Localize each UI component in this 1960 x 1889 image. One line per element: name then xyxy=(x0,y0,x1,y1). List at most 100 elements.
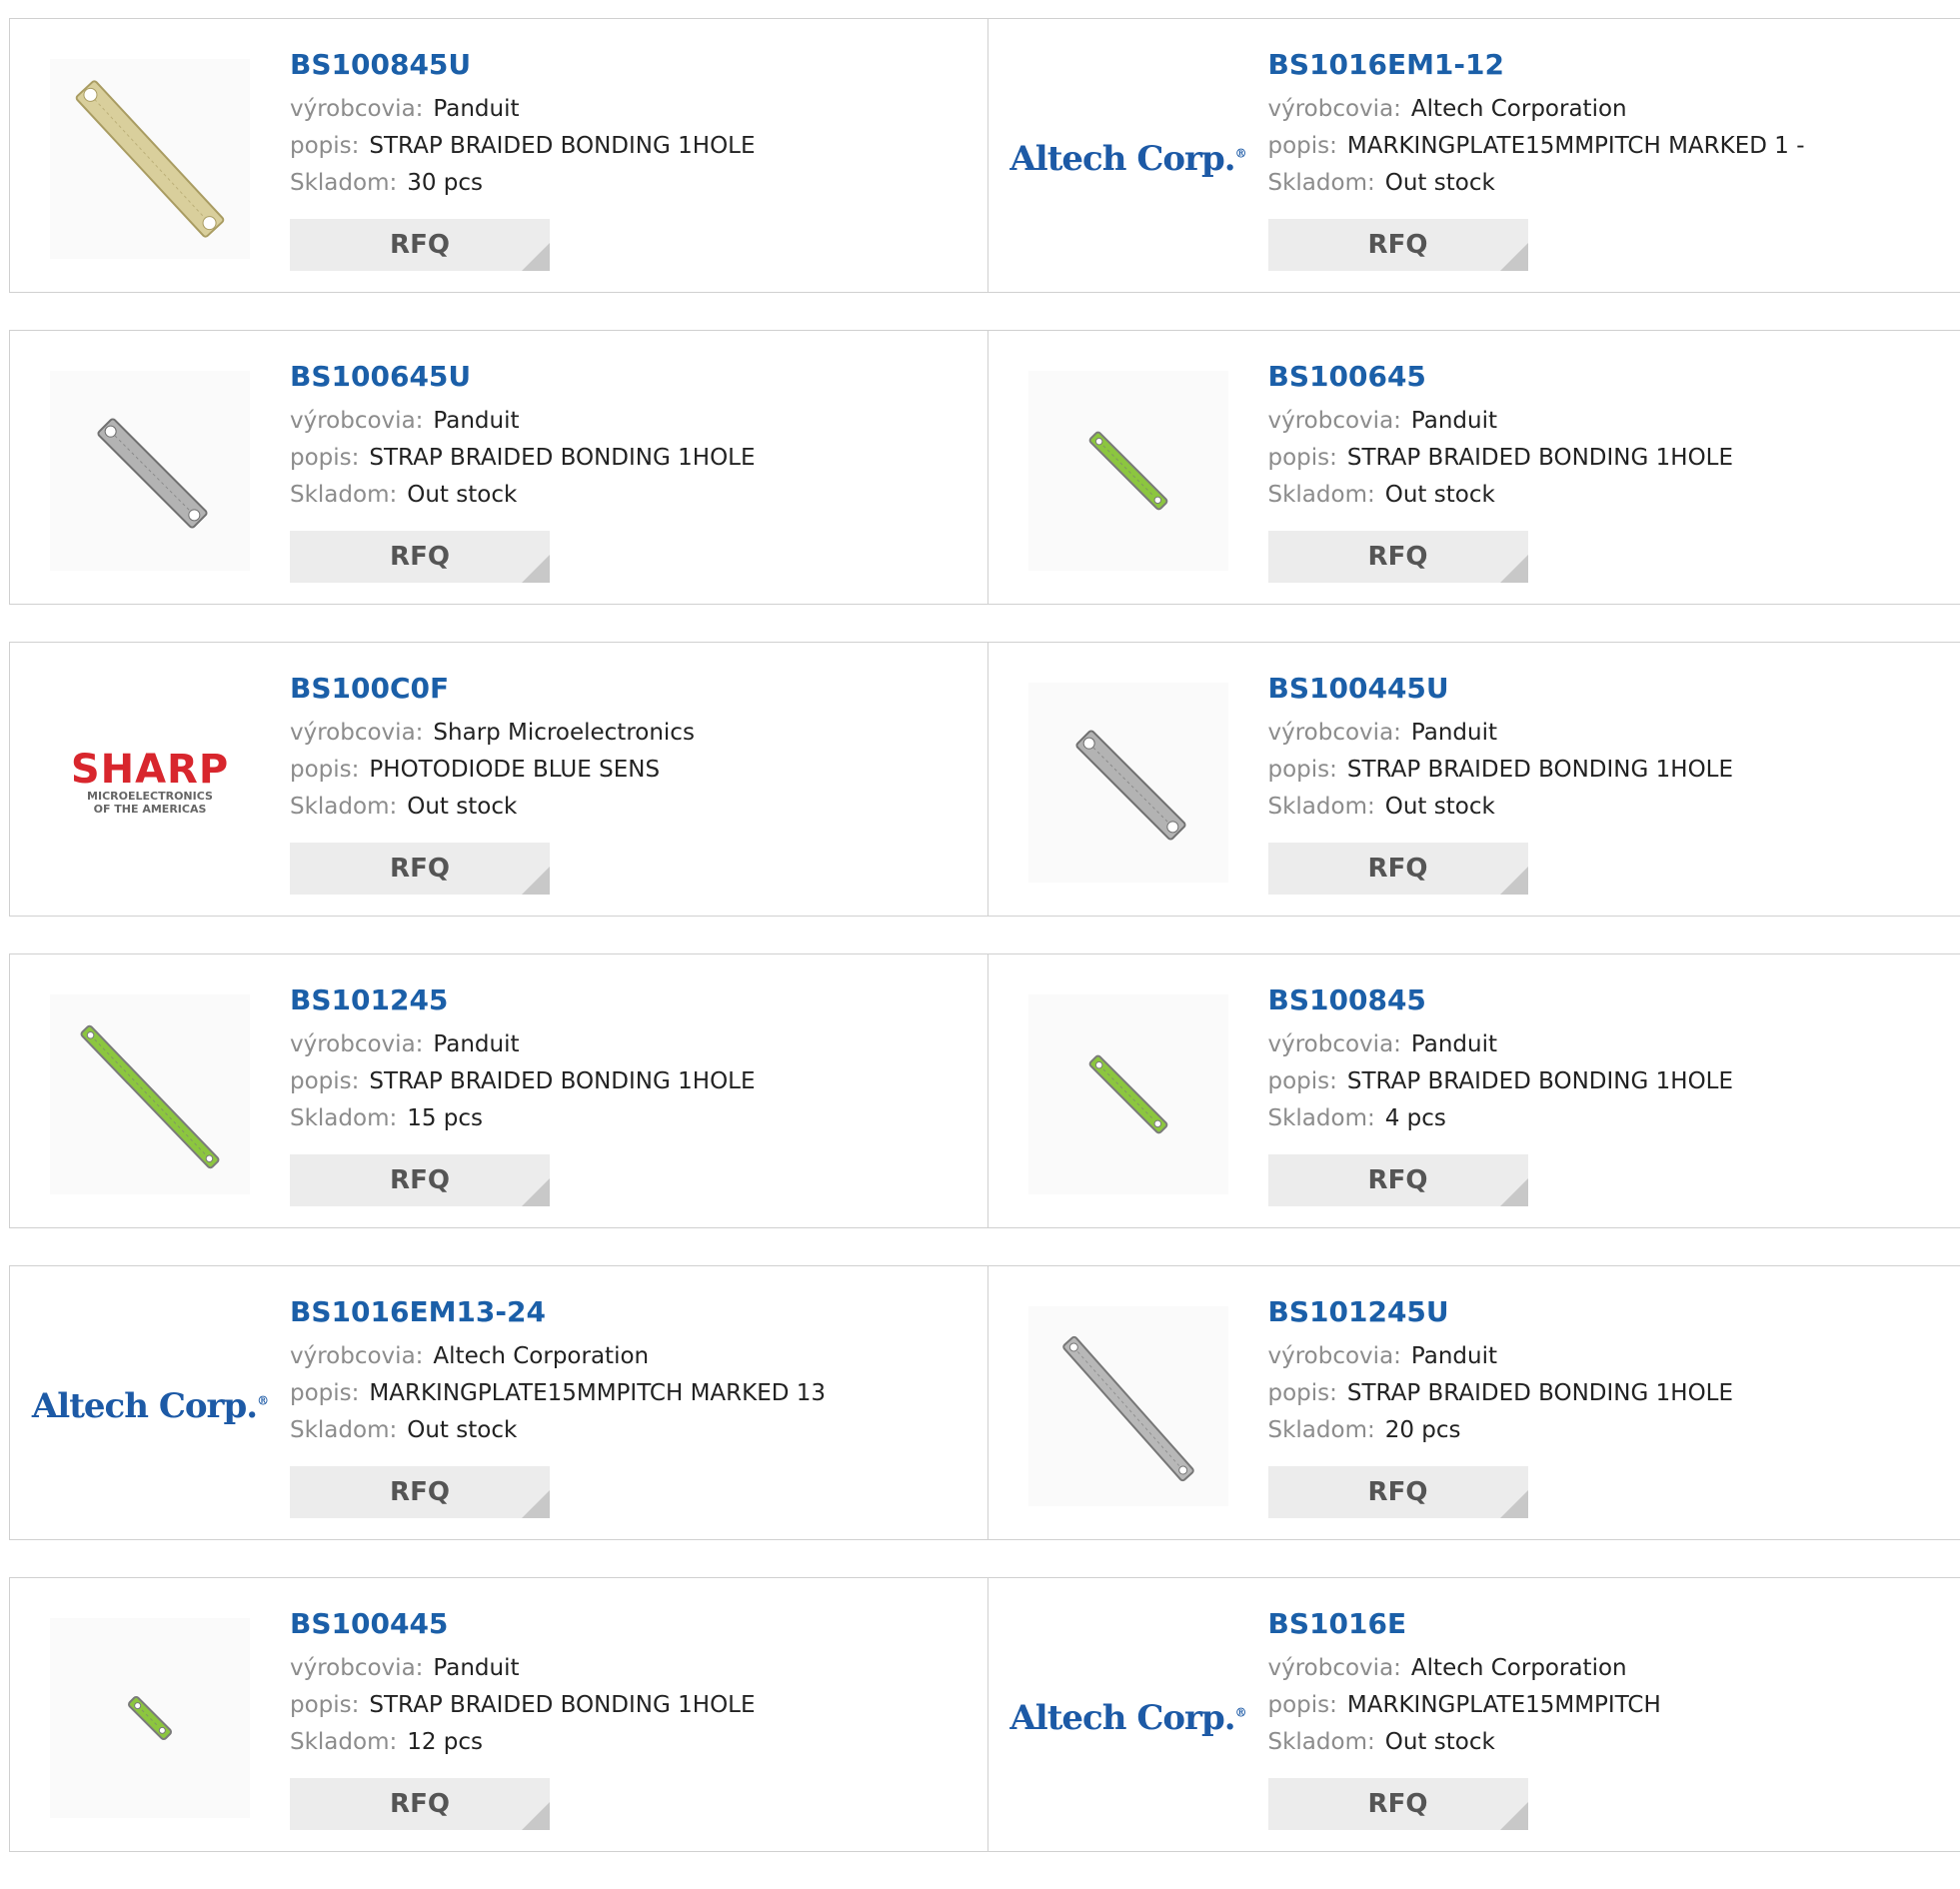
manufacturer-label: výrobcovia: xyxy=(290,1655,423,1681)
rfq-button[interactable]: RFQ xyxy=(1268,1466,1528,1518)
rfq-label: RFQ xyxy=(1368,1789,1428,1819)
product-info: BS100845 výrobcovia:Panduit popis:STRAP … xyxy=(1268,982,1734,1137)
braided-strap-long-icon[interactable] xyxy=(1028,1306,1228,1506)
altech-logo[interactable]: Altech Corp.® xyxy=(50,1306,250,1506)
sharp-logo[interactable]: SHARP MICROELECTRONICS OF THE AMERICAS xyxy=(50,683,250,883)
description-label: popis: xyxy=(1268,445,1337,471)
stock-line: Skladom:Out stock xyxy=(1268,165,1805,202)
part-number-link[interactable]: BS100445U xyxy=(1268,671,1734,707)
rfq-button[interactable]: RFQ xyxy=(290,219,550,271)
description-value: STRAP BRAIDED BONDING 1HOLE xyxy=(1347,1380,1733,1406)
rfq-button[interactable]: RFQ xyxy=(1268,219,1528,271)
corner-triangle-icon xyxy=(522,1178,550,1206)
product-card: SHARP MICROELECTRONICS OF THE AMERICAS B… xyxy=(10,643,987,916)
part-number-link[interactable]: BS101245U xyxy=(1268,1294,1734,1330)
description-value: MARKINGPLATE15MMPITCH xyxy=(1347,1692,1661,1718)
stock-label: Skladom: xyxy=(290,794,397,820)
corner-triangle-icon xyxy=(522,555,550,583)
corner-triangle-icon xyxy=(522,243,550,271)
manufacturer-line: výrobcovia:Altech Corporation xyxy=(290,1338,826,1375)
part-number-link[interactable]: BS1016EM13-24 xyxy=(290,1294,826,1330)
manufacturer-line: výrobcovia:Panduit xyxy=(1268,715,1734,752)
stock-line: Skladom:30 pcs xyxy=(290,165,756,202)
description-label: popis: xyxy=(1268,1068,1337,1094)
green-strap-icon[interactable] xyxy=(1028,371,1228,571)
description-line: popis:STRAP BRAIDED BONDING 1HOLE xyxy=(1268,440,1734,477)
manufacturer-value: Panduit xyxy=(1411,1031,1497,1057)
stock-line: Skladom:Out stock xyxy=(290,789,695,826)
stock-label: Skladom: xyxy=(1268,1729,1375,1755)
braided-strap-gray-icon[interactable] xyxy=(1028,683,1228,883)
rfq-button[interactable]: RFQ xyxy=(1268,1778,1528,1830)
part-number-link[interactable]: BS1016E xyxy=(1268,1606,1661,1642)
rfq-label: RFQ xyxy=(390,854,450,884)
part-number-link[interactable]: BS1016EM1-12 xyxy=(1268,47,1805,83)
corner-triangle-icon xyxy=(1500,1490,1528,1518)
description-line: popis:MARKINGPLATE15MMPITCH MARKED 13 xyxy=(290,1375,826,1412)
stock-value: Out stock xyxy=(1385,482,1495,508)
rfq-label: RFQ xyxy=(390,230,450,260)
braided-strap-tinned-icon[interactable] xyxy=(50,59,250,259)
stock-line: Skladom:20 pcs xyxy=(1268,1412,1734,1449)
rfq-button[interactable]: RFQ xyxy=(290,531,550,583)
corner-triangle-icon xyxy=(1500,867,1528,895)
part-number-link[interactable]: BS100845U xyxy=(290,47,756,83)
product-card: Altech Corp.® BS1016EM1-12 výrobcovia:Al… xyxy=(987,19,1960,292)
rfq-label: RFQ xyxy=(1368,542,1428,572)
description-label: popis: xyxy=(290,757,359,783)
stock-line: Skladom:12 pcs xyxy=(290,1724,756,1761)
manufacturer-line: výrobcovia:Panduit xyxy=(290,1026,756,1063)
manufacturer-value: Panduit xyxy=(433,408,519,434)
rfq-label: RFQ xyxy=(390,1789,450,1819)
manufacturer-line: výrobcovia:Panduit xyxy=(1268,403,1734,440)
part-number-link[interactable]: BS100645 xyxy=(1268,359,1734,395)
rfq-button[interactable]: RFQ xyxy=(1268,1154,1528,1206)
stock-label: Skladom: xyxy=(290,1105,397,1131)
rfq-button[interactable]: RFQ xyxy=(290,1778,550,1830)
rfq-button[interactable]: RFQ xyxy=(290,1154,550,1206)
part-number-link[interactable]: BS100645U xyxy=(290,359,756,395)
green-strap-short-icon[interactable] xyxy=(50,1618,250,1818)
rfq-button[interactable]: RFQ xyxy=(290,843,550,895)
braided-strap-gray-icon[interactable] xyxy=(50,371,250,571)
corner-triangle-icon xyxy=(1500,1178,1528,1206)
manufacturer-label: výrobcovia: xyxy=(1268,1343,1401,1369)
rfq-button[interactable]: RFQ xyxy=(1268,531,1528,583)
product-card: BS101245U výrobcovia:Panduit popis:STRAP… xyxy=(987,1266,1960,1539)
altech-logo[interactable]: Altech Corp.® xyxy=(1028,1618,1228,1818)
part-number-link[interactable]: BS100C0F xyxy=(290,671,695,707)
product-info: BS100645U výrobcovia:Panduit popis:STRAP… xyxy=(290,359,756,514)
part-number-link[interactable]: BS100445 xyxy=(290,1606,756,1642)
manufacturer-label: výrobcovia: xyxy=(1268,408,1401,434)
description-line: popis:STRAP BRAIDED BONDING 1HOLE xyxy=(290,128,756,165)
rfq-label: RFQ xyxy=(1368,854,1428,884)
manufacturer-label: výrobcovia: xyxy=(290,408,423,434)
description-value: PHOTODIODE BLUE SENS xyxy=(369,757,660,783)
part-number-link[interactable]: BS100845 xyxy=(1268,982,1734,1018)
rfq-button[interactable]: RFQ xyxy=(1268,843,1528,895)
product-info: BS100845U výrobcovia:Panduit popis:STRAP… xyxy=(290,47,756,202)
stock-value: 4 pcs xyxy=(1385,1105,1446,1131)
product-card: Altech Corp.® BS1016E výrobcovia:Altech … xyxy=(987,1578,1960,1851)
rfq-button[interactable]: RFQ xyxy=(290,1466,550,1518)
stock-line: Skladom: Out stock xyxy=(290,1412,826,1449)
description-line: popis:STRAP BRAIDED BONDING 1HOLE xyxy=(1268,1375,1734,1412)
stock-label: Skladom: xyxy=(1268,1105,1375,1131)
description-label: popis: xyxy=(290,445,359,471)
product-info: BS100445U výrobcovia:Panduit popis:STRAP… xyxy=(1268,671,1734,826)
description-value: STRAP BRAIDED BONDING 1HOLE xyxy=(1347,757,1733,783)
stock-label: Skladom: xyxy=(290,1417,397,1443)
manufacturer-label: výrobcovia: xyxy=(290,720,423,746)
description-line: popis:STRAP BRAIDED BONDING 1HOLE xyxy=(1268,1063,1734,1100)
product-info: BS101245U výrobcovia:Panduit popis:STRAP… xyxy=(1268,1294,1734,1449)
part-number-link[interactable]: BS101245 xyxy=(290,982,756,1018)
manufacturer-line: výrobcovia:Altech Corporation xyxy=(1268,1650,1661,1687)
product-info: BS100C0F výrobcovia:Sharp Microelectroni… xyxy=(290,671,695,826)
stock-value: Out stock xyxy=(407,1417,517,1443)
description-value: MARKINGPLATE15MMPITCH MARKED 13 xyxy=(369,1380,826,1406)
green-strap-icon[interactable] xyxy=(1028,994,1228,1194)
description-label: popis: xyxy=(1268,1692,1337,1718)
green-strap-long-icon[interactable] xyxy=(50,994,250,1194)
manufacturer-value: Altech Corporation xyxy=(1411,96,1627,122)
altech-logo[interactable]: Altech Corp.® xyxy=(1028,59,1228,259)
